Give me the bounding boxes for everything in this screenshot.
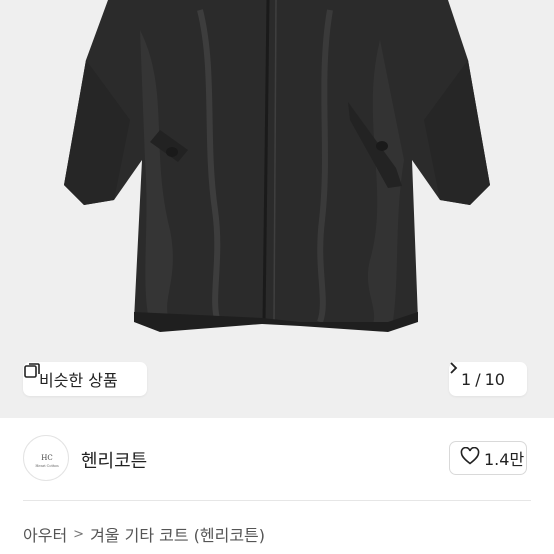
- seller-row[interactable]: HC Henri Cotton 헨리코튼 1.4만: [0, 418, 554, 500]
- seller-name[interactable]: 헨리코튼: [81, 447, 147, 473]
- like-count: 1.4만: [484, 450, 525, 469]
- coat-photo-icon: [64, 0, 490, 332]
- pager-separator: /: [475, 369, 481, 389]
- svg-text:Henri Cotton: Henri Cotton: [35, 464, 59, 468]
- breadcrumb-separator: >: [73, 526, 85, 542]
- like-button[interactable]: 1.4만: [449, 441, 527, 475]
- pager-total: 10: [484, 369, 505, 389]
- product-image[interactable]: 비슷한 상품 1/10: [0, 0, 554, 418]
- similar-products-button[interactable]: 비슷한 상품: [23, 362, 147, 396]
- svg-text:HC: HC: [41, 454, 52, 462]
- pager-text: 1/10: [461, 370, 505, 389]
- heart-icon: [460, 446, 480, 469]
- seller-avatar[interactable]: HC Henri Cotton: [23, 435, 69, 481]
- breadcrumb-item-subcategory[interactable]: 겨울 기타 코트 (헨리코튼): [90, 522, 265, 546]
- divider: [23, 500, 531, 501]
- similar-products-label: 비슷한 상품: [39, 371, 118, 390]
- breadcrumb-item-category[interactable]: 아우터: [23, 522, 67, 546]
- image-pager-button[interactable]: 1/10: [449, 362, 527, 396]
- pager-current: 1: [461, 369, 472, 389]
- breadcrumb: 아우터 > 겨울 기타 코트 (헨리코튼): [23, 522, 265, 546]
